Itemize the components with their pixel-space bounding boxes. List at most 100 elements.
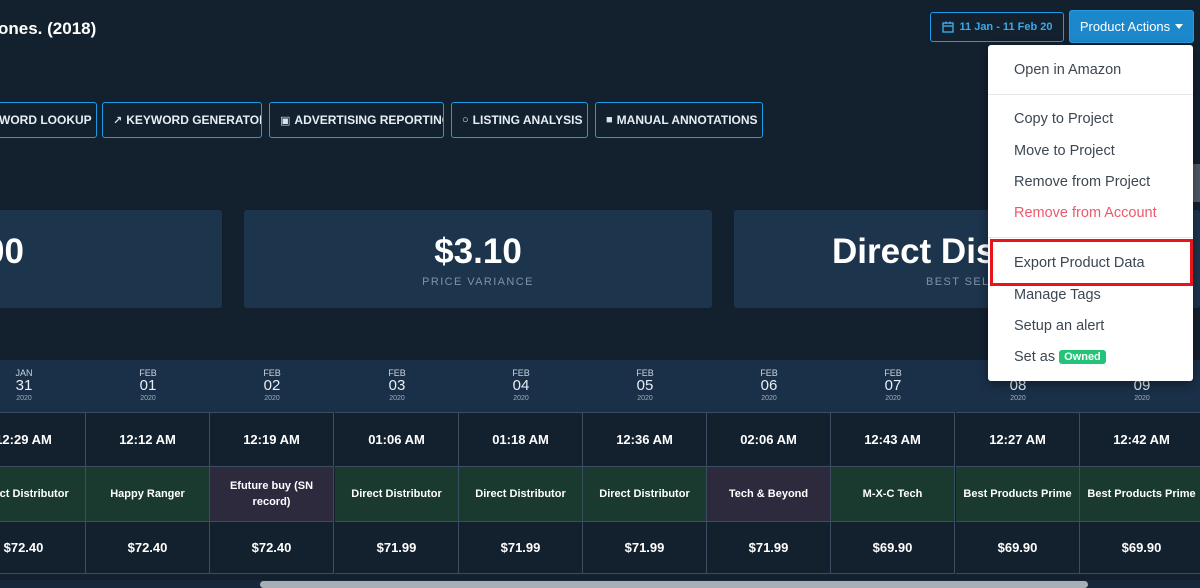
menu-item-open-in-amazon[interactable]: Open in Amazon: [1014, 62, 1121, 78]
product-actions-menu: Open in Amazon Copy to Project Move to P…: [988, 45, 1193, 381]
manual-annotations-button[interactable]: ■ MANUAL ANNOTATIONS: [595, 102, 763, 138]
price-timeline: JAN31202012:29 AMDirect Distributor$72.4…: [0, 360, 1200, 580]
time-cell: 12:43 AM: [831, 412, 955, 467]
price-cell: $69.90: [1080, 522, 1200, 574]
date-header-cell: FEB 04 2020: [459, 360, 583, 412]
seller-cell[interactable]: Tech & Beyond: [707, 467, 831, 522]
seller-cell[interactable]: Best Products Prime: [1080, 467, 1200, 522]
date-year: 2020: [1134, 395, 1150, 402]
note-icon: ■: [606, 114, 613, 126]
side-panel-tab[interactable]: [1193, 164, 1200, 202]
date-month: JAN: [15, 368, 33, 378]
price-cell: $69.90: [831, 522, 955, 574]
date-month: FEB: [884, 368, 902, 378]
date-range-label: 11 Jan - 11 Feb 20: [959, 21, 1053, 33]
word-lookup-button[interactable]: WORD LOOKUP: [0, 102, 97, 138]
date-year: 2020: [264, 395, 280, 402]
stat-card-primary: 00: [0, 210, 222, 308]
time-cell: 01:06 AM: [335, 412, 459, 467]
date-year: 2020: [140, 395, 156, 402]
seller-cell[interactable]: Best Products Prime: [956, 467, 1080, 522]
time-cell: 02:06 AM: [707, 412, 831, 467]
set-as-label: Set as: [1014, 349, 1056, 365]
date-day: 01: [139, 377, 157, 394]
menu-item-remove-from-project[interactable]: Remove from Project: [1014, 174, 1150, 190]
price-cell: $71.99: [459, 522, 583, 574]
time-cell: 12:27 AM: [956, 412, 1080, 467]
time-cell: 12:19 AM: [210, 412, 334, 467]
product-title: ones. (2018): [0, 19, 97, 38]
manual-annotations-label: MANUAL ANNOTATIONS: [616, 113, 758, 127]
stat-value: 00: [0, 232, 24, 271]
calendar-icon: [941, 21, 954, 33]
date-month: FEB: [263, 368, 281, 378]
date-header-cell: FEB 02 2020: [210, 360, 334, 412]
price-cell: $71.99: [583, 522, 707, 574]
keyword-generator-label: KEYWORD GENERATOR: [126, 113, 262, 127]
date-day: 03: [388, 377, 406, 394]
date-year: 2020: [1010, 395, 1026, 402]
date-month: FEB: [139, 368, 157, 378]
wand-icon: ↗: [113, 114, 123, 127]
date-month: FEB: [636, 368, 654, 378]
seller-cell[interactable]: Direct Distributor: [459, 467, 583, 522]
stat-value: $3.10: [434, 232, 522, 271]
price-cell: $71.99: [335, 522, 459, 574]
date-range-picker[interactable]: 11 Jan - 11 Feb 20: [930, 12, 1064, 42]
date-header-cell: JAN 31 2020: [0, 360, 86, 412]
advertising-reporting-button[interactable]: ▣ ADVERTISING REPORTING: [269, 102, 444, 138]
menu-item-manage-tags[interactable]: Manage Tags: [1014, 287, 1101, 303]
date-year: 2020: [761, 395, 777, 402]
date-year: 2020: [637, 395, 653, 402]
time-cell: 12:36 AM: [583, 412, 707, 467]
caret-down-icon: [1175, 24, 1184, 29]
product-actions-label: Product Actions: [1079, 19, 1171, 34]
time-cell: 12:42 AM: [1080, 412, 1200, 467]
date-header-cell: FEB 07 2020: [831, 360, 955, 412]
stat-label: PRICE VARIANCE: [422, 276, 534, 288]
menu-item-remove-from-account[interactable]: Remove from Account: [1014, 205, 1157, 221]
date-day: 05: [636, 377, 654, 394]
stat-card-price-variance: $3.10 PRICE VARIANCE: [244, 210, 712, 308]
date-day: 02: [263, 377, 281, 394]
date-year: 2020: [389, 395, 405, 402]
menu-divider: [988, 94, 1193, 95]
menu-item-copy-to-project[interactable]: Copy to Project: [1014, 111, 1113, 127]
price-cell: $71.99: [707, 522, 831, 574]
date-header-cell: FEB 06 2020: [707, 360, 831, 412]
seller-cell[interactable]: Direct Distributor: [335, 467, 459, 522]
scrollbar-thumb[interactable]: [260, 581, 1088, 588]
keyword-generator-button[interactable]: ↗ KEYWORD GENERATOR: [102, 102, 262, 138]
export-highlight-box: [990, 239, 1193, 286]
menu-item-set-as-owned[interactable]: Set as Owned: [1014, 349, 1106, 365]
menu-divider: [988, 237, 1193, 238]
date-header-cell: FEB 05 2020: [583, 360, 707, 412]
time-cell: 01:18 AM: [459, 412, 583, 467]
price-cell: $69.90: [956, 522, 1080, 574]
date-header-cell: FEB 01 2020: [86, 360, 210, 412]
menu-item-setup-alert[interactable]: Setup an alert: [1014, 318, 1104, 334]
seller-cell[interactable]: M-X-C Tech: [831, 467, 955, 522]
seller-cell[interactable]: Efuture buy (SN record): [210, 467, 334, 522]
date-day: 31: [15, 377, 33, 394]
date-month: FEB: [512, 368, 530, 378]
date-year: 2020: [885, 395, 901, 402]
chat-icon: ○: [462, 114, 469, 126]
listing-analysis-button[interactable]: ○ LISTING ANALYSIS: [451, 102, 588, 138]
seller-cell[interactable]: Happy Ranger: [86, 467, 210, 522]
date-year: 2020: [16, 395, 32, 402]
price-cell: $72.40: [0, 522, 86, 574]
date-month: FEB: [760, 368, 778, 378]
date-day: 07: [884, 377, 902, 394]
advertising-reporting-label: ADVERTISING REPORTING: [294, 113, 444, 127]
time-cell: 12:29 AM: [0, 412, 86, 467]
product-actions-button[interactable]: Product Actions: [1069, 10, 1194, 43]
date-header-cell: FEB 03 2020: [335, 360, 459, 412]
date-year: 2020: [513, 395, 529, 402]
price-cell: $72.40: [210, 522, 334, 574]
time-cell: 12:12 AM: [86, 412, 210, 467]
date-day: 06: [760, 377, 778, 394]
seller-cell[interactable]: Direct Distributor: [583, 467, 707, 522]
seller-cell[interactable]: Direct Distributor: [0, 467, 86, 522]
menu-item-move-to-project[interactable]: Move to Project: [1014, 143, 1115, 159]
